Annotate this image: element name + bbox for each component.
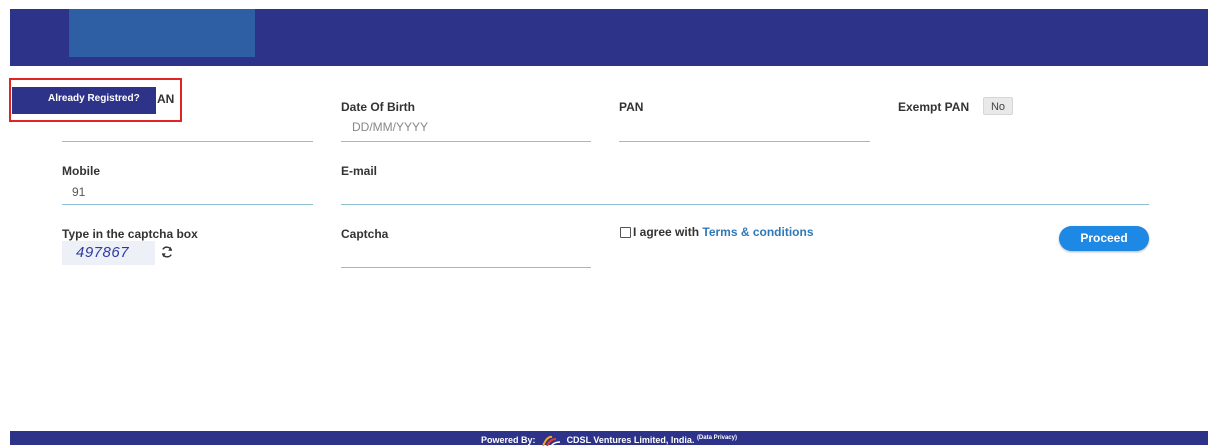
company-name: CDSL Ventures Limited, India. xyxy=(566,435,695,445)
logo-placeholder xyxy=(69,9,255,57)
powered-by-text: Powered By: xyxy=(481,435,536,445)
terms-link[interactable]: Terms & conditions xyxy=(702,225,813,239)
captcha-input[interactable] xyxy=(341,267,591,268)
captcha-label: Captcha xyxy=(341,227,389,241)
footer-bar: Powered By: CDSL Ventures Limited, India… xyxy=(10,431,1208,447)
captcha-box-label: Type in the captcha box xyxy=(62,227,198,241)
dob-label: Date Of Birth xyxy=(341,100,416,114)
pan-label: PAN xyxy=(619,100,644,114)
mobile-input[interactable]: 91 xyxy=(72,185,85,199)
mobile-label: Mobile xyxy=(62,164,100,178)
top-header-bar xyxy=(10,9,1208,66)
email-label: E-mail xyxy=(341,164,378,178)
agree-label: I agree with xyxy=(633,225,700,239)
already-registered-button[interactable]: Already Registred? xyxy=(12,87,156,114)
agree-text: I agree with Terms & conditions xyxy=(633,225,814,239)
data-privacy-link[interactable]: (Data Privacy) xyxy=(697,435,737,441)
proceed-button[interactable]: Proceed xyxy=(1059,226,1149,251)
first-field-underline[interactable] xyxy=(62,141,313,142)
exempt-pan-label: Exempt PAN xyxy=(898,100,970,114)
exempt-pan-toggle[interactable]: No xyxy=(983,97,1013,115)
agree-checkbox[interactable] xyxy=(620,227,631,238)
email-input[interactable] xyxy=(341,204,1149,205)
dob-underline xyxy=(341,141,591,142)
dob-input[interactable]: DD/MM/YYYY xyxy=(352,120,428,134)
pan-input[interactable] xyxy=(619,141,870,142)
captcha-image: 497867 xyxy=(62,241,155,265)
mobile-underline xyxy=(62,204,313,205)
refresh-icon[interactable] xyxy=(160,245,174,259)
